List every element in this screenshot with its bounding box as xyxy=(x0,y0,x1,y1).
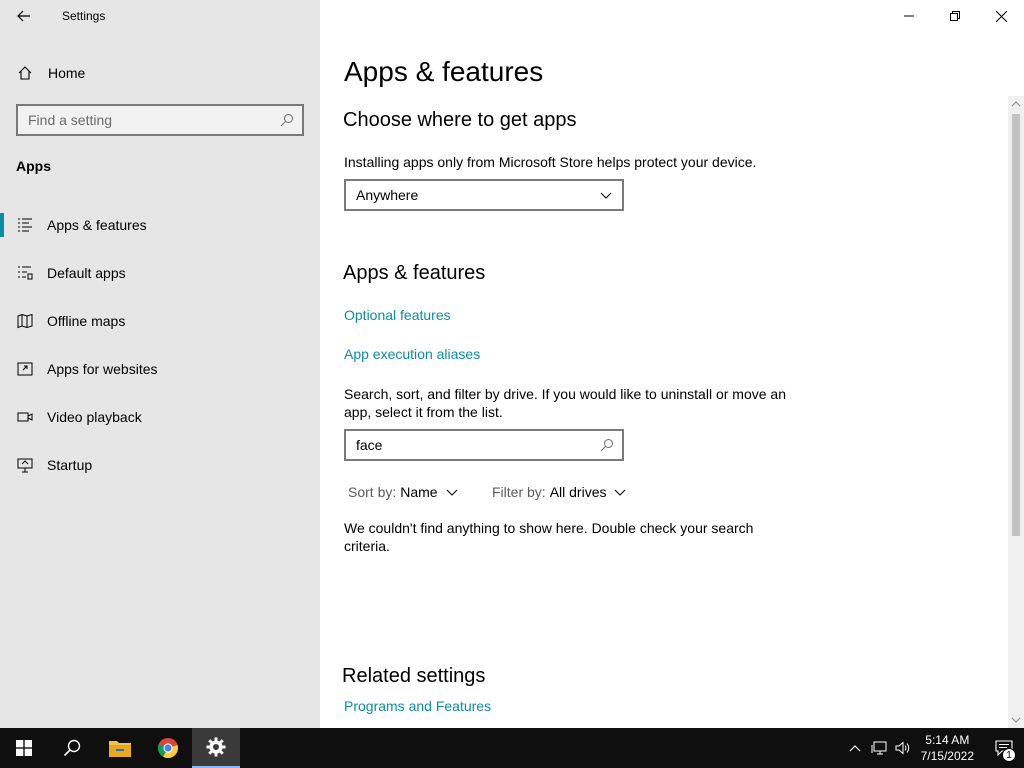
filter-value: All drives xyxy=(549,484,607,500)
open-in-app-icon xyxy=(16,360,34,378)
sidebar-item-offline-maps[interactable]: Offline maps xyxy=(0,297,320,345)
sidebar-item-label: Apps & features xyxy=(47,217,147,233)
network-button[interactable] xyxy=(867,728,891,768)
filter-by-dropdown[interactable]: Filter by: All drives xyxy=(492,484,626,500)
minimize-button[interactable] xyxy=(886,0,932,32)
section-heading: Apps xyxy=(16,158,51,174)
sidebar: Settings Home Apps Apps & features Defau… xyxy=(0,0,320,728)
programs-and-features-link[interactable]: Programs and Features xyxy=(344,698,491,714)
main-content: Apps & features Choose where to get apps… xyxy=(320,0,1024,728)
app-search-box[interactable] xyxy=(344,429,624,461)
chrome-button[interactable] xyxy=(144,728,192,768)
taskbar-search-button[interactable] xyxy=(48,728,96,768)
sidebar-item-apps-for-websites[interactable]: Apps for websites xyxy=(0,345,320,393)
home-icon xyxy=(16,64,34,82)
filter-label: Filter by: xyxy=(492,484,546,500)
gear-icon xyxy=(206,737,226,757)
source-description: Installing apps only from Microsoft Stor… xyxy=(344,154,757,170)
sort-label: Sort by: xyxy=(348,484,397,500)
settings-taskbar-button[interactable] xyxy=(192,728,240,768)
scroll-down-icon[interactable] xyxy=(1010,714,1022,726)
taskbar: 5:14 AM 7/15/2022 1 xyxy=(0,728,1024,768)
app-source-value: Anywhere xyxy=(356,187,419,203)
source-heading: Choose where to get apps xyxy=(343,109,577,131)
sidebar-item-label: Video playback xyxy=(47,409,142,425)
sidebar-item-video-playback[interactable]: Video playback xyxy=(0,393,320,441)
empty-results-message: We couldn't find anything to show here. … xyxy=(344,520,754,554)
scroll-up-icon[interactable] xyxy=(1010,98,1022,110)
file-explorer-button[interactable] xyxy=(96,728,144,768)
chevron-down-icon xyxy=(600,192,612,199)
video-icon xyxy=(16,408,34,426)
home-nav-item[interactable]: Home xyxy=(0,56,320,90)
sidebar-item-default-apps[interactable]: Default apps xyxy=(0,249,320,297)
app-execution-aliases-link[interactable]: App execution aliases xyxy=(344,346,480,362)
back-arrow-icon xyxy=(17,10,30,22)
search-icon xyxy=(600,439,613,452)
page-title: Apps & features xyxy=(344,56,544,87)
search-icon xyxy=(63,739,81,757)
find-setting-input[interactable] xyxy=(18,112,268,128)
related-settings-heading: Related settings xyxy=(342,665,486,687)
window-title: Settings xyxy=(62,9,106,23)
sidebar-nav: Apps & features Default apps Offline map… xyxy=(0,201,320,489)
sidebar-item-label: Apps for websites xyxy=(47,361,158,377)
back-button[interactable] xyxy=(8,4,40,28)
network-icon xyxy=(871,741,887,755)
optional-features-link[interactable]: Optional features xyxy=(344,307,451,323)
windows-logo-icon xyxy=(16,740,32,756)
volume-button[interactable] xyxy=(891,728,915,768)
startup-icon xyxy=(16,456,34,474)
find-setting-search[interactable] xyxy=(16,104,304,136)
minimize-icon xyxy=(904,15,914,17)
home-label: Home xyxy=(48,65,86,81)
start-button[interactable] xyxy=(0,728,48,768)
apps-features-icon xyxy=(16,216,34,234)
default-apps-icon xyxy=(16,264,34,282)
chevron-down-icon xyxy=(615,489,626,496)
show-hidden-icons-button[interactable] xyxy=(843,728,867,768)
folder-icon xyxy=(109,741,131,757)
clock-time: 5:14 AM xyxy=(925,733,970,747)
restore-icon xyxy=(950,11,960,21)
chevron-up-icon xyxy=(849,745,861,752)
app-source-dropdown[interactable]: Anywhere xyxy=(344,179,624,211)
scrollbar[interactable] xyxy=(1008,96,1024,728)
clock[interactable]: 5:14 AM 7/15/2022 xyxy=(921,732,974,764)
close-button[interactable] xyxy=(978,0,1024,32)
sidebar-item-apps-features[interactable]: Apps & features xyxy=(0,201,320,249)
chrome-icon xyxy=(157,738,178,759)
action-center-button[interactable]: 1 xyxy=(984,728,1024,768)
sort-value: Name xyxy=(400,484,438,500)
apps-features-heading: Apps & features xyxy=(343,262,486,284)
restore-button[interactable] xyxy=(932,0,978,32)
sidebar-item-label: Startup xyxy=(47,457,93,473)
chevron-down-icon xyxy=(446,489,457,496)
scroll-thumb[interactable] xyxy=(1012,114,1020,536)
close-icon xyxy=(995,10,1007,22)
notification-badge: 1 xyxy=(1002,748,1016,762)
volume-icon xyxy=(895,741,909,755)
sort-by-dropdown[interactable]: Sort by: Name xyxy=(348,484,458,500)
sidebar-item-startup[interactable]: Startup xyxy=(0,441,320,489)
app-search-input[interactable] xyxy=(346,437,586,453)
clock-date: 7/15/2022 xyxy=(920,749,974,763)
search-icon xyxy=(280,114,293,127)
sidebar-item-label: Offline maps xyxy=(47,313,126,329)
map-icon xyxy=(16,312,34,330)
sidebar-item-label: Default apps xyxy=(47,265,126,281)
search-description: Search, sort, and filter by drive. If yo… xyxy=(344,386,786,420)
system-tray: 5:14 AM 7/15/2022 1 xyxy=(843,728,1024,768)
